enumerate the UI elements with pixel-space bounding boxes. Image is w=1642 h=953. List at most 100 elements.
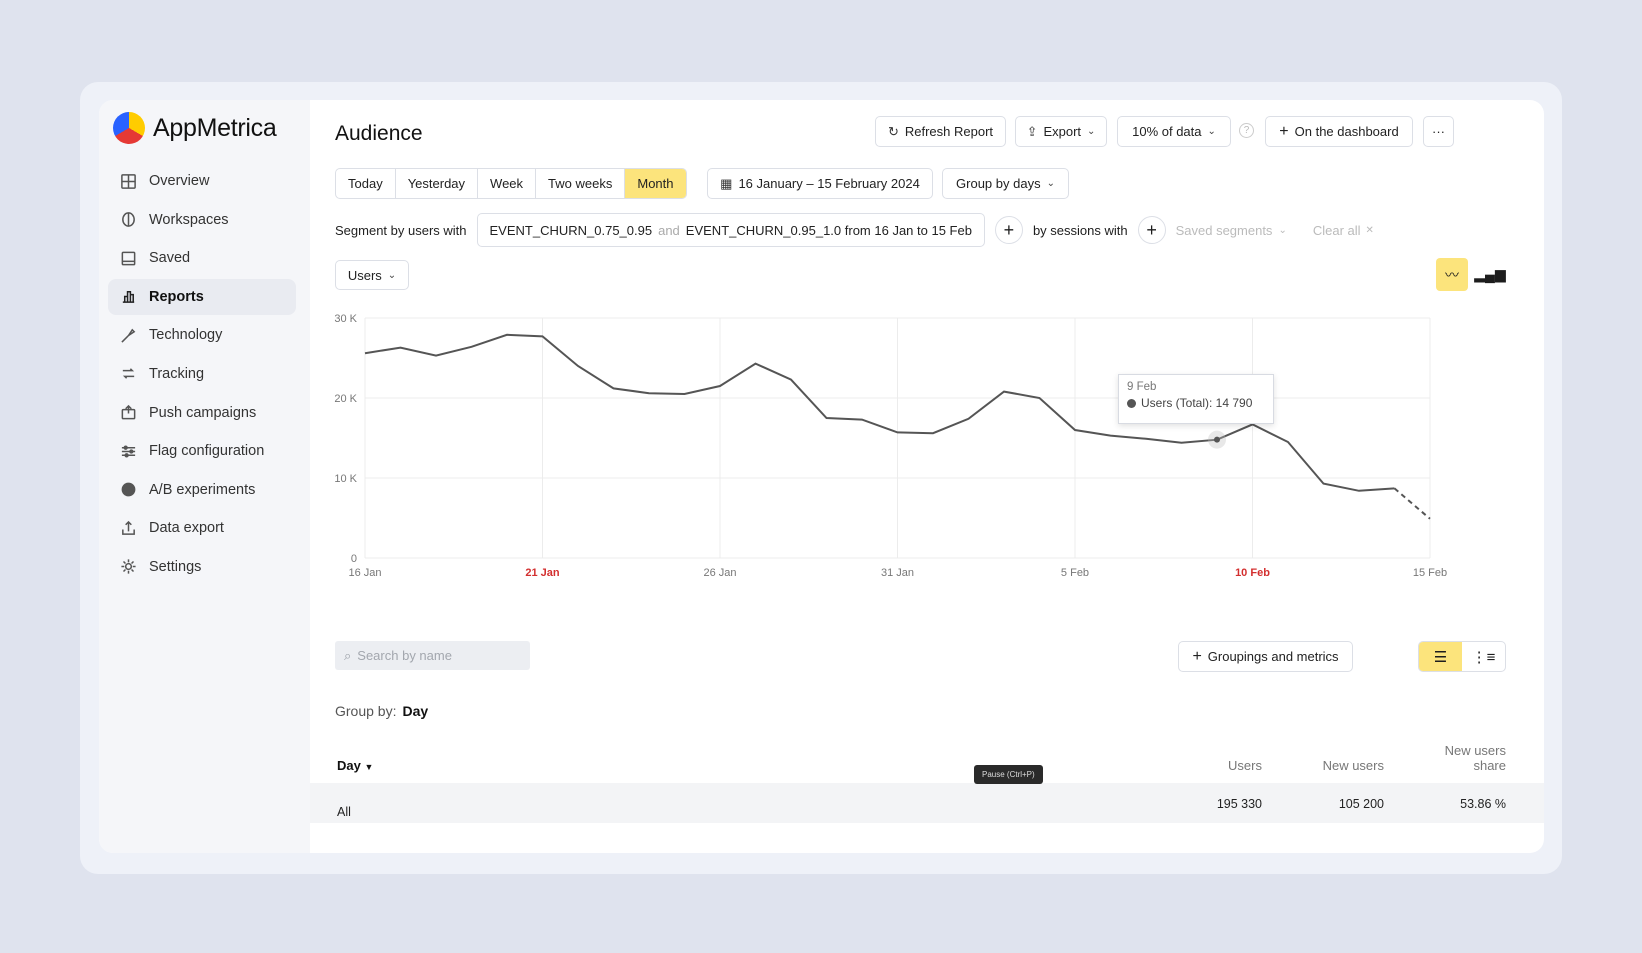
app-name: AppMetrica <box>153 113 277 142</box>
export-button[interactable]: ⇪ Export ⌄ <box>1015 116 1107 147</box>
sessions-label: by sessions with <box>1032 222 1128 238</box>
group-by-value[interactable]: Day <box>402 703 428 719</box>
sidebar-item-settings[interactable]: Settings <box>108 549 296 585</box>
chart-type-switch: 〰 ▂▄▆ <box>1436 258 1506 291</box>
period-yesterday[interactable]: Yesterday <box>396 169 479 198</box>
sidebar-item-label: Technology <box>149 327 223 344</box>
segment-event-1: EVENT_CHURN_0.75_0.95 <box>489 222 653 238</box>
line-chart-icon[interactable]: 〰 <box>1436 258 1468 291</box>
table-row[interactable]: All 195 330 105 200 53.86 % <box>310 783 1544 823</box>
cell-new-users: 105 200 <box>1338 797 1384 811</box>
sampling-label: 10% of data <box>1132 124 1202 139</box>
period-month[interactable]: Month <box>625 169 686 198</box>
period-today[interactable]: Today <box>336 169 396 198</box>
page-title: Audience <box>335 122 423 145</box>
table-view-toggle: ☰ ⋮≡ <box>1418 641 1506 672</box>
saved-segments-dropdown[interactable]: Saved segments <box>1176 223 1273 238</box>
cell-users: 195 330 <box>1216 797 1262 811</box>
group-by-dropdown[interactable]: Group by days ⌄ <box>942 168 1069 199</box>
pause-tooltip: Pause (Ctrl+P) <box>974 765 1043 784</box>
groupings-metrics-button[interactable]: + Groupings and metrics <box>1178 641 1353 672</box>
chevron-down-icon: ⌄ <box>1046 178 1055 189</box>
more-options-button[interactable]: ··· <box>1423 116 1454 147</box>
add-user-segment-button[interactable]: + <box>994 216 1023 244</box>
segment-bar: Segment by users with EVENT_CHURN_0.75_0… <box>335 212 1374 248</box>
segment-and: and <box>658 222 680 238</box>
table-header: Day ▼ Users New users New users share <box>310 735 1544 783</box>
column-header-new-users[interactable]: New users <box>1323 758 1384 773</box>
sidebar-item-data-export[interactable]: Data export <box>108 510 296 546</box>
app-window: AppMetrica Overview Workspaces Saved Rep… <box>99 100 1544 853</box>
period-selector: Today Yesterday Week Two weeks Month <box>335 168 687 199</box>
date-range-label: 16 January – 15 February 2024 <box>738 176 920 191</box>
sampling-dropdown[interactable]: 10% of data ⌄ <box>1117 116 1231 147</box>
y-tick-label: 10 K <box>334 473 357 485</box>
column-header-new-users-share[interactable]: New users share <box>1426 743 1506 773</box>
help-icon[interactable]: ? <box>1239 123 1254 138</box>
gear-icon <box>119 558 137 576</box>
add-session-segment-button[interactable]: + <box>1137 216 1166 244</box>
chart-tooltip: 9 Feb Users (Total): 14 790 <box>1118 374 1274 424</box>
sidebar-item-label: Push campaigns <box>149 404 257 421</box>
sidebar-item-label: Tracking <box>149 365 205 382</box>
search-input[interactable] <box>357 648 518 663</box>
plus-icon: + <box>1279 122 1289 140</box>
sidebar-item-label: Settings <box>149 558 202 575</box>
x-tick-label: 31 Jan <box>881 567 914 579</box>
segment-condition-chip[interactable]: EVENT_CHURN_0.75_0.95 and EVENT_CHURN_0.… <box>476 213 985 247</box>
calendar-icon: ▦ <box>720 175 733 191</box>
column-header-users[interactable]: Users <box>1228 758 1262 773</box>
column-header-day[interactable]: Day ▼ <box>337 758 373 773</box>
list-view-icon[interactable]: ☰ <box>1419 642 1462 671</box>
group-by-caption: Group by: <box>335 703 397 719</box>
saved-icon <box>119 249 137 267</box>
period-two-weeks[interactable]: Two weeks <box>536 169 626 198</box>
sidebar: AppMetrica Overview Workspaces Saved Rep… <box>99 100 310 853</box>
bar-chart-icon[interactable]: ▂▄▆ <box>1474 258 1506 291</box>
search-icon: ⌕ <box>344 647 352 663</box>
sidebar-item-label: Workspaces <box>149 211 229 228</box>
x-tick-label: 5 Feb <box>1061 567 1089 579</box>
chevron-down-icon: ⌄ <box>1207 126 1216 137</box>
flag-config-icon <box>119 442 137 460</box>
date-range-picker[interactable]: ▦ 16 January – 15 February 2024 <box>707 168 933 199</box>
sidebar-item-reports[interactable]: Reports <box>108 278 296 315</box>
sidebar-item-technology[interactable]: Technology <box>108 317 296 353</box>
x-tick-label: 15 Feb <box>1413 567 1447 579</box>
chevron-down-icon: ⌄ <box>1278 224 1287 236</box>
close-icon: ✕ <box>1365 224 1374 236</box>
refresh-report-button[interactable]: ↻ Refresh Report <box>875 116 1006 147</box>
dashboard-label: On the dashboard <box>1294 124 1399 139</box>
add-to-dashboard-button[interactable]: + On the dashboard <box>1265 116 1413 147</box>
workspaces-icon <box>119 211 137 229</box>
push-icon <box>119 404 137 422</box>
reports-icon <box>119 288 137 306</box>
sidebar-item-overview[interactable]: Overview <box>108 163 296 199</box>
upload-icon: ⇪ <box>1026 123 1038 139</box>
technology-icon <box>119 326 137 344</box>
metric-dropdown[interactable]: Users ⌄ <box>335 260 409 290</box>
sidebar-item-tracking[interactable]: Tracking <box>108 356 296 392</box>
sidebar-item-ab-experiments[interactable]: A/B experiments <box>108 472 296 508</box>
tree-view-icon[interactable]: ⋮≡ <box>1462 642 1505 671</box>
sidebar-item-workspaces[interactable]: Workspaces <box>108 202 296 238</box>
sidebar-item-push-campaigns[interactable]: Push campaigns <box>108 395 296 431</box>
export-icon <box>119 519 137 537</box>
chevron-down-icon: ⌄ <box>387 269 397 281</box>
y-tick-label: 20 K <box>334 393 357 405</box>
sidebar-item-label: A/B experiments <box>149 481 256 498</box>
plus-icon: + <box>1192 647 1202 665</box>
grid-icon <box>119 172 137 190</box>
period-week[interactable]: Week <box>478 169 537 198</box>
app-logo[interactable]: AppMetrica <box>113 112 277 144</box>
x-tick-label: 21 Jan <box>525 567 560 579</box>
clear-all-button[interactable]: Clear all <box>1313 223 1361 238</box>
sidebar-item-saved[interactable]: Saved <box>108 240 296 276</box>
sidebar-item-flag-configuration[interactable]: Flag configuration <box>108 433 296 469</box>
search-field[interactable]: ⌕ <box>335 641 530 670</box>
export-label: Export <box>1043 124 1082 139</box>
table-group-by: Group by: Day <box>335 703 428 719</box>
segment-label: Segment by users with <box>335 222 467 238</box>
hover-point <box>1214 436 1220 443</box>
tracking-icon <box>119 365 137 383</box>
